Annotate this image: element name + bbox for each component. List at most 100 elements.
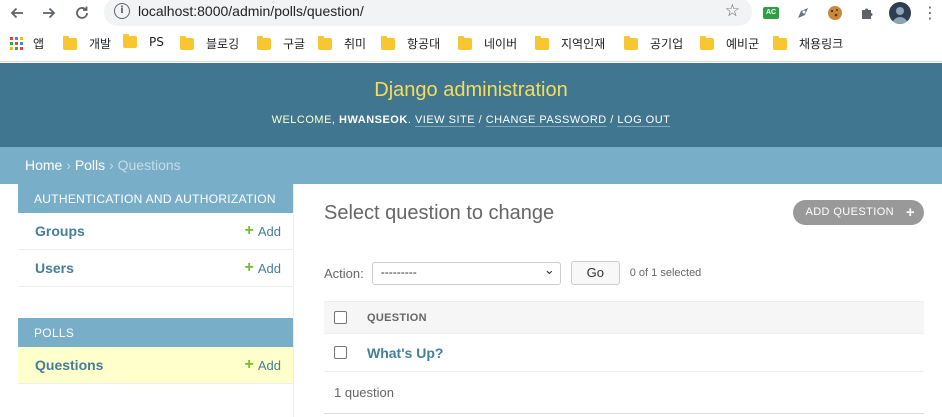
url-text[interactable]: localhost:8000/admin/polls/question/	[138, 3, 364, 19]
bookmark-folder[interactable]: 공기업	[624, 35, 683, 52]
add-users-link[interactable]: + Add	[245, 259, 281, 277]
bookmark-folder[interactable]: 취미	[318, 35, 366, 52]
sidebar-item-users: Users + Add	[18, 250, 293, 287]
add-groups-link[interactable]: + Add	[245, 222, 281, 240]
bookmark-folder[interactable]: 개발	[63, 35, 111, 52]
bookmark-folder[interactable]: 블로깅	[180, 35, 239, 52]
users-link[interactable]: Users	[35, 260, 74, 276]
bookmark-label: 공기업	[650, 37, 684, 51]
go-button[interactable]: Go	[570, 261, 620, 285]
forward-arrow-icon[interactable]	[38, 2, 60, 24]
folder-icon	[700, 35, 714, 50]
bookmark-label: 개발	[89, 37, 112, 51]
bookmark-apps[interactable]: 앱	[10, 35, 44, 52]
action-select[interactable]: --------- ⌄	[371, 261, 561, 285]
breadcrumb-separator: ›	[105, 157, 118, 173]
view-site-link[interactable]: VIEW SITE	[414, 114, 476, 127]
extension-cookie-icon[interactable]	[827, 5, 843, 26]
sidebar-item-questions: Questions + Add	[18, 347, 293, 384]
bookmark-label: 구글	[283, 37, 306, 51]
plus-icon: +	[244, 356, 254, 373]
bookmark-folder[interactable]: PS	[123, 34, 164, 49]
bookmark-folder[interactable]: 채용링크	[773, 35, 843, 52]
sidebar-item-groups: Groups + Add	[18, 213, 293, 250]
plus-icon: +	[905, 204, 915, 221]
log-out-link[interactable]: LOG OUT	[617, 114, 671, 127]
selected-count: 0 of 1 selected	[629, 267, 702, 279]
add-questions-link[interactable]: + Add	[245, 356, 281, 374]
reload-icon[interactable]	[71, 2, 93, 24]
action-selected-value: ---------	[380, 264, 417, 279]
folder-icon	[535, 35, 549, 50]
bookmark-label: 네이버	[484, 37, 518, 51]
change-password-link[interactable]: CHANGE PASSWORD	[485, 114, 607, 127]
add-label: Add	[257, 357, 281, 373]
breadcrumb-current: Questions	[117, 157, 181, 173]
admin-header: Django administration WELCOME, HWANSEOK.…	[0, 63, 942, 147]
paginator: 1 question	[324, 372, 924, 414]
back-arrow-icon[interactable]	[6, 2, 28, 24]
bookmark-label: 예비군	[726, 37, 760, 51]
questions-link[interactable]: Questions	[35, 357, 103, 373]
apps-grid-icon	[10, 37, 23, 50]
folder-icon	[381, 35, 395, 50]
folder-icon	[624, 35, 638, 50]
bookmark-folder[interactable]: 네이버	[458, 35, 517, 52]
plus-icon: +	[244, 222, 254, 239]
folder-icon	[458, 35, 472, 50]
info-icon[interactable]: i	[114, 3, 130, 19]
breadcrumb-polls[interactable]: Polls	[75, 157, 105, 173]
row-checkbox[interactable]	[334, 346, 347, 359]
bookmark-label: PS	[149, 35, 164, 49]
separator: /	[606, 114, 618, 126]
folder-icon	[180, 35, 194, 50]
bookmark-label: 앱	[33, 37, 45, 51]
bookmark-label: 블로깅	[206, 37, 240, 51]
app-section-polls[interactable]: POLLS	[18, 318, 293, 347]
extension-ac-icon[interactable]: AC	[763, 7, 779, 19]
address-bar[interactable]: i localhost:8000/admin/polls/question/ ☆	[104, 0, 752, 26]
bookmark-label: 지역인재	[561, 37, 606, 51]
folder-icon	[318, 35, 332, 50]
app-section-auth[interactable]: AUTHENTICATION AND AUTHORIZATION	[18, 184, 293, 213]
bookmark-folder[interactable]: 항공대	[381, 35, 440, 52]
breadcrumb-home[interactable]: Home	[25, 157, 62, 173]
bookmark-label: 항공대	[407, 37, 441, 51]
profile-avatar[interactable]	[889, 2, 911, 24]
extensions-puzzle-icon[interactable]	[859, 5, 875, 26]
bookmark-star-icon[interactable]: ☆	[725, 1, 740, 21]
bookmark-label: 취미	[344, 37, 367, 51]
bookmark-folder[interactable]: 구글	[257, 35, 305, 52]
nav-sidebar: AUTHENTICATION AND AUTHORIZATION Groups …	[18, 184, 294, 417]
actions-bar: Action: --------- ⌄ Go 0 of 1 selected	[324, 261, 701, 285]
bookmarks-bar: 앱 개발 PS 블로깅 구글 취미 항공대 네이버 지역인재 공기업 예비군 채…	[0, 26, 942, 62]
folder-icon	[257, 35, 271, 50]
page-title: Select question to change	[324, 202, 555, 224]
question-link[interactable]: What's Up?	[367, 345, 443, 361]
groups-link[interactable]: Groups	[35, 223, 85, 239]
folder-icon	[123, 34, 137, 48]
result-list: QUESTION What's Up? 1 question	[324, 301, 924, 414]
add-label: Add	[257, 223, 281, 239]
browser-menu-icon[interactable]: ⋮	[922, 3, 938, 22]
column-header-question[interactable]: QUESTION	[367, 312, 427, 324]
table-header: QUESTION	[324, 301, 924, 334]
folder-icon	[63, 35, 77, 50]
separator: /	[475, 114, 486, 126]
extension-rocket-icon[interactable]	[795, 5, 811, 26]
bookmark-folder[interactable]: 예비군	[700, 35, 759, 52]
site-branding[interactable]: Django administration	[0, 79, 942, 102]
add-question-button[interactable]: ADD QUESTION +	[793, 200, 924, 225]
breadcrumb: Home › Polls › Questions	[0, 147, 942, 184]
username: HWANSEOK	[339, 114, 408, 126]
breadcrumb-separator: ›	[62, 157, 75, 173]
add-label: Add	[257, 260, 281, 276]
folder-icon	[773, 35, 787, 50]
browser-toolbar: i localhost:8000/admin/polls/question/ ☆…	[0, 0, 942, 26]
plus-icon: +	[244, 259, 254, 276]
welcome-text: WELCOME,	[271, 114, 340, 126]
select-all-checkbox[interactable]	[334, 311, 347, 324]
bookmark-folder[interactable]: 지역인재	[535, 35, 605, 52]
add-question-label: ADD QUESTION	[805, 206, 894, 218]
